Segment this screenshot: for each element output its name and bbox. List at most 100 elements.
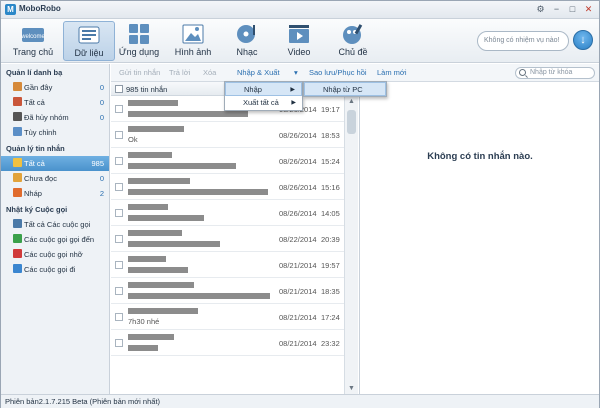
menu-item-label: Nhập từ PC <box>323 85 363 94</box>
backup-restore-button[interactable]: Sao lưu/Phục hồi <box>309 68 367 77</box>
row-time: 18:35 <box>321 287 340 296</box>
all-messages-icon <box>13 158 22 167</box>
row-checkbox[interactable] <box>115 313 123 321</box>
redacted-sender <box>128 204 168 210</box>
sidebar-item-all-contacts[interactable]: Tất cả 0 <box>1 95 109 110</box>
toolbar-images-button[interactable]: Hình ảnh <box>167 21 219 61</box>
close-icon[interactable]: ✕ <box>582 3 595 16</box>
menu-item-import[interactable]: Nhập ▶ <box>225 82 302 96</box>
import-export-button[interactable]: Nhập & Xuất <box>237 68 280 77</box>
import-export-menu: Nhập ▶ Xuất tất cả ▶ <box>224 81 303 111</box>
row-checkbox[interactable] <box>115 235 123 243</box>
toolbar-apps-button[interactable]: Ứng dụng <box>113 21 165 61</box>
download-button[interactable]: ↓ <box>573 30 593 50</box>
row-checkbox[interactable] <box>115 209 123 217</box>
row-date: 08/21/2014 <box>279 261 317 270</box>
toolbar-home-button[interactable]: welcome Trang chủ <box>7 21 59 61</box>
row-checkbox[interactable] <box>115 105 123 113</box>
message-row[interactable]: 08/26/2014 15:16 <box>111 175 351 200</box>
toolbar-images-label: Hình ảnh <box>174 47 212 57</box>
toolbar-data-label: Dữ liệu <box>74 48 104 58</box>
redacted-sender <box>128 100 178 106</box>
toolbar-music-button[interactable]: Nhạc <box>221 21 273 61</box>
sidebar-item-incoming-calls[interactable]: Các cuộc gọi gọi đến <box>1 232 109 247</box>
row-time: 23:32 <box>321 339 340 348</box>
row-checkbox[interactable] <box>115 339 123 347</box>
sidebar-item-drafts[interactable]: Nháp 2 <box>1 186 109 201</box>
toolbar-video-button[interactable]: Video <box>273 21 325 61</box>
select-all-checkbox[interactable] <box>115 85 123 93</box>
row-preview-text: 7h30 nhé <box>128 317 160 326</box>
sidebar-item-label: Nháp <box>24 189 42 198</box>
message-row[interactable]: 08/21/2014 18:35 <box>111 279 351 304</box>
sidebar-item-all-calls[interactable]: Tất cả Các cuộc gọi <box>1 217 109 232</box>
row-checkbox[interactable] <box>115 157 123 165</box>
toolbar-data-button[interactable]: Dữ liệu <box>63 21 115 61</box>
message-row[interactable]: 08/21/2014 19:57 <box>111 253 351 278</box>
row-date: 08/21/2014 <box>279 313 317 322</box>
sidebar-item-ungrouped[interactable]: Đã hủy nhóm 0 <box>1 110 109 125</box>
toolbar-themes-button[interactable]: Chủ đề <box>327 21 379 61</box>
row-checkbox[interactable] <box>115 261 123 269</box>
sidebar-item-count: 0 <box>99 98 104 107</box>
task-status-box[interactable]: Không có nhiệm vụ nào! <box>477 31 569 51</box>
redacted-preview <box>128 189 268 195</box>
app-logo-icon: M <box>5 4 16 15</box>
redacted-preview <box>128 163 236 169</box>
sidebar-item-label: Tất cả Các cuộc gọi <box>24 220 91 229</box>
scroll-up-icon[interactable]: ▲ <box>348 98 355 105</box>
menu-item-import-from-pc[interactable]: Nhập từ PC <box>304 82 386 96</box>
image-icon <box>182 24 204 44</box>
data-card-icon <box>78 26 100 44</box>
sidebar-item-all-messages[interactable]: Tất cả 985 <box>1 156 109 171</box>
message-row[interactable]: 08/21/2014 23:32 <box>111 331 351 356</box>
message-row[interactable]: Ok 08/26/2014 18:53 <box>111 123 351 148</box>
sidebar-item-label: Chưa đọc <box>24 174 57 183</box>
scroll-down-icon[interactable]: ▼ <box>348 385 355 392</box>
redacted-sender <box>128 256 166 262</box>
message-list-scrollbar[interactable]: ▲ ▼ <box>344 96 358 394</box>
search-icon <box>519 69 526 76</box>
reply-button[interactable]: Trả lời <box>169 68 190 77</box>
sidebar-item-unread[interactable]: Chưa đọc 0 <box>1 171 109 186</box>
message-row[interactable]: 08/26/2014 15:24 <box>111 149 351 174</box>
submenu-arrow-icon: ▶ <box>290 87 295 93</box>
sidebar-item-outgoing-calls[interactable]: Các cuộc gọi đi <box>1 262 109 277</box>
sidebar-item-missed-calls[interactable]: Các cuộc gọi nhỡ <box>1 247 109 262</box>
row-checkbox[interactable] <box>115 131 123 139</box>
settings-icon[interactable]: ⚙ <box>534 3 547 16</box>
sidebar-item-recent[interactable]: Gần đây 0 <box>1 80 109 95</box>
app-title: MoboRobo <box>19 4 61 13</box>
menu-item-export-all[interactable]: Xuất tất cả ▶ <box>225 96 302 110</box>
minimize-icon[interactable]: − <box>550 3 563 16</box>
row-date: 08/26/2014 <box>279 183 317 192</box>
row-preview-text: Ok <box>128 135 138 144</box>
row-checkbox[interactable] <box>115 183 123 191</box>
message-row[interactable]: 08/26/2014 14:05 <box>111 201 351 226</box>
all-contacts-icon <box>13 97 22 106</box>
refresh-button[interactable]: Làm mới <box>377 68 407 77</box>
main-toolbar: welcome Trang chủ Dữ liệu Ứng dụng Hình … <box>1 19 599 63</box>
sidebar-item-count: 985 <box>91 159 104 168</box>
message-row[interactable]: 7h30 nhé 08/21/2014 17:24 <box>111 305 351 330</box>
scrollbar-thumb[interactable] <box>347 110 356 134</box>
sidebar-item-count: 0 <box>99 174 104 183</box>
unread-icon <box>13 173 22 182</box>
import-export-dropdown-icon[interactable]: ▾ <box>294 68 298 77</box>
sidebar-item-label: Các cuộc gọi nhỡ <box>24 250 83 259</box>
messages-section-title: Quản lý tin nhắn <box>6 144 65 153</box>
message-detail-panel: Không có tin nhắn nào. <box>361 82 599 394</box>
row-date: 08/26/2014 <box>279 131 317 140</box>
maximize-icon[interactable]: □ <box>566 3 579 16</box>
row-time: 17:24 <box>321 313 340 322</box>
custom-group-icon <box>13 127 22 136</box>
message-row[interactable]: 08/22/2014 20:39 <box>111 227 351 252</box>
delete-button[interactable]: Xóa <box>203 68 216 77</box>
row-time: 14:05 <box>321 209 340 218</box>
sidebar-item-custom[interactable]: Tùy chỉnh <box>1 125 109 140</box>
draft-icon <box>13 188 22 197</box>
new-message-button[interactable]: Gửi tin nhắn <box>119 68 160 77</box>
row-date: 08/26/2014 <box>279 157 317 166</box>
message-list: 985 tin nhắn 08/26/2014 19:17 Ok 08/26/2… <box>111 82 360 394</box>
row-checkbox[interactable] <box>115 287 123 295</box>
